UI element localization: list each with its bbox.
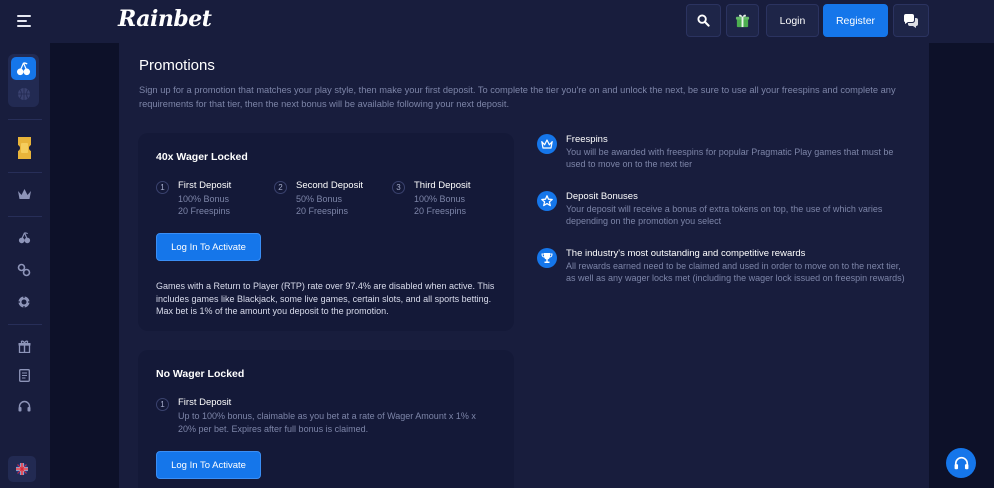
star-icon [537,191,557,211]
rewards-button[interactable] [726,4,759,37]
left-sidebar [0,43,50,488]
sidebar-divider [8,324,42,325]
step-title: Third Deposit [414,180,471,191]
login-button[interactable]: Login [766,4,819,37]
cherries-icon [18,232,30,244]
sidebar-item-promotions[interactable] [13,338,35,354]
feature-description: You will be awarded with freespins for p… [566,147,894,169]
language-selector[interactable] [8,456,36,482]
crown-icon [17,189,31,199]
sidebar-divider [8,172,42,173]
sidebar-item-blog[interactable] [13,367,35,383]
sports-tab[interactable] [13,84,34,104]
page-intro: Sign up for a promotion that matches you… [139,85,896,109]
chat-icon [904,13,918,28]
mode-switcher [8,54,39,107]
rainbet-logo[interactable]: Rainbet [118,6,212,32]
feature-title: Freespins [566,134,608,145]
sidebar-item-casino[interactable] [13,230,35,246]
login-to-activate-button[interactable]: Log In To Activate [156,451,261,479]
step-number: 2 [274,181,287,194]
crown-icon [537,134,557,154]
headset-icon [18,400,30,411]
step-bonus: 100% Bonus [414,194,466,204]
feature-description: All rewards earned need to be claimed an… [566,261,905,283]
sidebar-divider [8,119,42,120]
gift-icon [18,340,30,353]
search-button[interactable] [686,4,721,37]
trophy-icon [537,248,557,268]
basketball-icon [17,88,30,100]
register-button[interactable]: Register [823,4,888,37]
sidebar-item-originals[interactable] [13,262,35,278]
promotion-card-no-wager-locked: No Wager Locked 1 First Deposit Up to 10… [138,350,514,488]
card-title: No Wager Locked [156,368,245,380]
uk-flag-icon [16,463,28,475]
step-number: 1 [156,398,169,411]
step-number: 1 [156,181,169,194]
step-bonus: 50% Bonus [296,194,343,204]
headset-icon [954,456,968,469]
rtp-restriction-note: Games with a Return to Player (RTP) rate… [156,281,495,316]
feature-description: Your deposit will receive a bonus of ext… [566,204,883,226]
sidebar-divider [8,216,42,217]
chat-button[interactable] [893,4,929,37]
sidebar-item-vip[interactable] [13,186,35,202]
step-title: First Deposit [178,180,232,191]
card-title: 40x Wager Locked [156,151,248,163]
step-bonus: 100% Bonus [178,194,230,204]
infinity-icon [17,263,31,277]
sidebar-item-live-casino[interactable] [13,294,35,310]
step-number: 3 [392,181,405,194]
search-icon [697,14,710,27]
promotion-card-40x-wager-locked: 40x Wager Locked 1 First Deposit 100% Bo… [138,133,514,331]
chip-icon [18,296,30,308]
top-header: Rainbet Login Register [0,0,994,43]
step-freespins: 20 Freespins [414,206,467,216]
sidebar-item-raffle[interactable] [13,137,35,159]
menu-icon[interactable] [17,15,31,27]
cherries-icon [16,61,31,75]
step-title: Second Deposit [296,180,364,191]
step-freespins: 20 Freespins [178,206,231,216]
page-title: Promotions [139,57,215,74]
live-support-button[interactable] [946,448,976,478]
login-to-activate-button[interactable]: Log In To Activate [156,233,261,261]
casino-tab[interactable] [11,57,36,80]
step-title: First Deposit [178,397,232,408]
feature-title: The industry's most outstanding and comp… [566,248,806,259]
gift-icon [735,14,750,28]
ticket-icon [17,137,31,159]
step-freespins: 20 Freespins [296,206,349,216]
promotions-page: Promotions Sign up for a promotion that … [119,43,929,488]
sidebar-item-support[interactable] [13,398,35,414]
document-icon [18,368,30,382]
step-description: Up to 100% bonus, claimable as you bet a… [178,411,476,434]
feature-title: Deposit Bonuses [566,191,638,202]
